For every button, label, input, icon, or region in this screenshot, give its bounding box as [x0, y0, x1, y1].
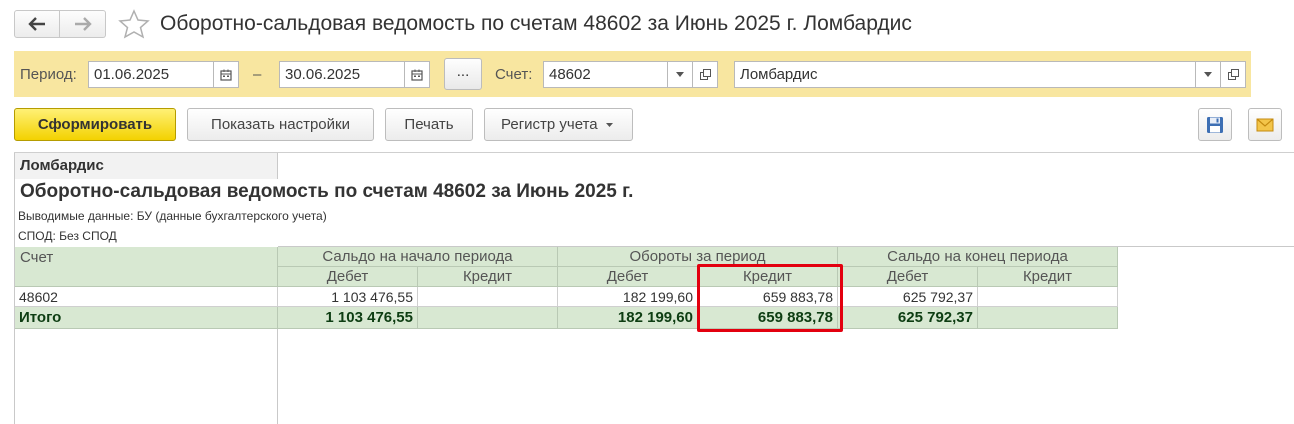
company-cell-border [277, 153, 278, 179]
total-turnover-debit[interactable]: 182 199,60 [558, 307, 698, 329]
chevron-down-icon [1204, 72, 1212, 77]
row-account[interactable]: 48602 [15, 287, 278, 307]
header-account: Счет [15, 247, 278, 287]
period-label: Период: [20, 66, 77, 83]
save-button[interactable] [1198, 108, 1232, 141]
organization-dropdown-button[interactable] [1195, 61, 1221, 88]
header-closing-debit: Дебет [838, 267, 978, 287]
envelope-icon [1256, 118, 1274, 131]
account-label: Счет: [495, 66, 533, 83]
window-title: Оборотно-сальдовая ведомость по счетам 4… [160, 12, 912, 35]
total-label: Итого [15, 307, 278, 329]
open-window-icon [699, 69, 711, 80]
floppy-disk-icon [1207, 116, 1223, 133]
calendar-icon [411, 69, 423, 81]
header-closing-balance: Сальдо на конец периода [838, 247, 1118, 267]
account-register-button[interactable]: Регистр учета [484, 108, 633, 141]
row-opening-credit[interactable] [418, 287, 558, 307]
header-opening-credit: Кредит [418, 267, 558, 287]
total-closing-credit[interactable] [978, 307, 1118, 329]
account-open-button[interactable] [692, 61, 718, 88]
open-window-icon [1227, 69, 1239, 80]
row-turnover-debit[interactable]: 182 199,60 [558, 287, 698, 307]
forward-button[interactable] [60, 10, 106, 38]
back-button[interactable] [14, 10, 60, 38]
date-to-calendar-button[interactable] [404, 61, 430, 88]
account-dropdown-button[interactable] [667, 61, 693, 88]
organization-open-button[interactable] [1220, 61, 1246, 88]
show-settings-button[interactable]: Показать настройки [187, 108, 374, 141]
send-email-button[interactable] [1248, 108, 1282, 141]
chevron-down-icon [676, 72, 684, 77]
chevron-down-icon [605, 122, 613, 127]
calendar-icon [220, 69, 232, 81]
account-register-label: Регистр учета [501, 116, 598, 133]
row-opening-debit[interactable]: 1 103 476,55 [278, 287, 418, 307]
favorite-button[interactable] [118, 9, 150, 39]
header-closing-credit: Кредит [978, 267, 1118, 287]
date-from-calendar-button[interactable] [213, 61, 239, 88]
generate-button[interactable]: Сформировать [14, 108, 176, 141]
account-column-border [277, 329, 278, 424]
account-field[interactable]: 48602 [543, 61, 668, 88]
row-closing-credit[interactable] [978, 287, 1118, 307]
date-from-field[interactable]: 01.06.2025 [88, 61, 214, 88]
total-closing-debit[interactable]: 625 792,37 [838, 307, 978, 329]
report-company: Ломбардис [20, 157, 104, 174]
total-opening-credit[interactable] [418, 307, 558, 329]
period-select-button[interactable]: ... [444, 58, 482, 90]
total-opening-debit[interactable]: 1 103 476,55 [278, 307, 418, 329]
report-title: Оборотно-сальдовая ведомость по счетам 4… [20, 181, 634, 202]
row-closing-debit[interactable]: 625 792,37 [838, 287, 978, 307]
header-turnover-debit: Дебет [558, 267, 698, 287]
turnover-credit-highlight [697, 264, 843, 332]
date-to-field[interactable]: 30.06.2025 [279, 61, 405, 88]
star-icon [118, 9, 150, 39]
report-spod-note: СПОД: Без СПОД [18, 229, 117, 243]
report-data-note: Выводимые данные: БУ (данные бухгалтерск… [18, 209, 327, 223]
period-dash: – [253, 66, 262, 83]
header-opening-debit: Дебет [278, 267, 418, 287]
header-opening-balance: Сальдо на начало периода [278, 247, 558, 267]
print-button[interactable]: Печать [385, 108, 473, 141]
filter-panel: Период: 01.06.2025 – 30.06.2025 ... Счет… [14, 51, 1251, 97]
arrow-right-icon [74, 17, 92, 31]
arrow-left-icon [28, 17, 45, 31]
organization-field[interactable]: Ломбардис [734, 61, 1196, 88]
